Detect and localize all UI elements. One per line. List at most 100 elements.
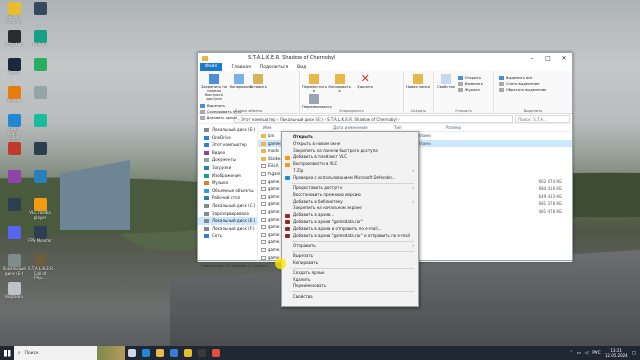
navigation-pane: Локальный диск (E:) OneDrive Этот компьюте… bbox=[198, 124, 258, 261]
start-button[interactable] bbox=[0, 346, 14, 360]
menu-item[interactable]: Удалить bbox=[282, 277, 418, 284]
menu-item[interactable]: Добавить в архив "gamedata.rar" bbox=[282, 219, 418, 226]
desktop-icon[interactable] bbox=[28, 142, 52, 169]
menu-item[interactable]: Добавить в плейлист VLC bbox=[282, 154, 418, 161]
desktop-icon[interactable] bbox=[2, 170, 26, 197]
menu-item[interactable]: Открыть в новом окне bbox=[282, 141, 418, 148]
move-to-button[interactable]: Переместить в bbox=[302, 73, 327, 93]
taskbar-app[interactable] bbox=[139, 346, 153, 360]
menu-item[interactable]: Проверка с использованием Microsoft Defe… bbox=[282, 175, 418, 182]
menu-item[interactable]: Предоставить доступ к › bbox=[282, 185, 418, 192]
desktop-icon[interactable] bbox=[28, 86, 52, 113]
taskbar-app[interactable] bbox=[195, 346, 209, 360]
menu-item[interactable]: Добавить в архив... bbox=[282, 212, 418, 219]
clock[interactable]: 13:21 12.05.2024 bbox=[605, 348, 628, 358]
sidebar-item[interactable]: Музыка bbox=[198, 179, 257, 187]
new-folder-button[interactable]: Новая папка bbox=[406, 73, 430, 89]
desktop-icon[interactable] bbox=[2, 142, 26, 169]
desktop-icon[interactable]: FIFA 14 bbox=[28, 30, 52, 57]
journal-button[interactable]: Журнал bbox=[457, 87, 483, 93]
column-size[interactable]: Размер bbox=[446, 124, 461, 131]
desktop-icon[interactable] bbox=[28, 58, 52, 85]
search-box[interactable]: Поиск: S.T.A... bbox=[515, 114, 570, 123]
sidebar-item[interactable]: Загрузки bbox=[198, 164, 257, 172]
delete-button[interactable]: ✕ Удалить bbox=[353, 73, 377, 89]
paste-button[interactable]: Вставить bbox=[249, 73, 267, 89]
taskbar-app[interactable] bbox=[125, 346, 139, 360]
taskbar-app[interactable] bbox=[209, 346, 223, 360]
minimize-icon[interactable]: – bbox=[524, 55, 540, 62]
desktop-icon[interactable]: Visual Studio Code bbox=[2, 114, 26, 141]
tab-file[interactable]: Файл bbox=[200, 63, 223, 71]
sidebar-item[interactable]: Локальный диск (E:) bbox=[198, 126, 257, 134]
sidebar-item[interactable]: Сеть bbox=[198, 232, 257, 240]
sidebar-item[interactable]: Локальный диск (F:) bbox=[198, 225, 257, 233]
desktop-icon[interactable] bbox=[28, 114, 52, 141]
desktop-icon[interactable]: Google Chrome bbox=[2, 2, 26, 29]
menu-item[interactable]: Отправить › bbox=[282, 243, 418, 250]
tab-home[interactable]: Главная bbox=[231, 65, 250, 70]
desktop-icon[interactable]: Blender bbox=[2, 86, 26, 113]
desktop-icon[interactable]: VLC media player bbox=[28, 198, 52, 225]
taskbar-app[interactable] bbox=[167, 346, 181, 360]
properties-button[interactable]: Свойства bbox=[436, 73, 456, 89]
menu-item[interactable]: Закрепить на панели быстрого доступа bbox=[282, 148, 418, 155]
file-name: EULA bbox=[261, 162, 279, 170]
desktop-icon[interactable]: FPS Monitor bbox=[28, 226, 52, 253]
desktop-icon[interactable]: S.T.A.L.K.E.R. Call of Prip... bbox=[28, 254, 54, 281]
rename-button[interactable]: Переименовать bbox=[302, 93, 332, 109]
column-date[interactable]: Дата изменения bbox=[333, 124, 394, 131]
language-indicator[interactable]: РУС bbox=[592, 351, 601, 356]
notifications-icon[interactable]: ▢ bbox=[632, 351, 636, 356]
copy-button[interactable]: Копировать bbox=[230, 73, 252, 89]
sidebar-item[interactable]: Этот компьютер bbox=[198, 141, 257, 149]
sidebar-item[interactable]: Локальный диск (E:) bbox=[198, 217, 257, 225]
desktop-icon[interactable] bbox=[2, 198, 26, 225]
invert-selection-button[interactable]: Обратить выделение bbox=[499, 87, 570, 93]
desktop-icon[interactable]: Корзина bbox=[2, 282, 26, 309]
address-bar[interactable]: › Этот компьютер › Локальный диск (E:) ›… bbox=[234, 114, 513, 123]
paste-shortcut-button[interactable]: Вставить ярлык bbox=[200, 115, 241, 121]
menu-item[interactable]: Добавить в архив "gamedata.rar" и отправ… bbox=[282, 233, 418, 240]
volume-icon[interactable]: ◁ bbox=[585, 351, 588, 356]
menu-item[interactable]: Воспроизвести в VLC bbox=[282, 161, 418, 168]
tab-view[interactable]: Вид bbox=[297, 65, 306, 70]
column-name[interactable]: Имя bbox=[258, 124, 333, 131]
tray-chevron-icon[interactable]: ˄ bbox=[570, 351, 572, 356]
column-type[interactable]: Тип bbox=[394, 124, 446, 131]
maximize-icon[interactable]: □ bbox=[540, 55, 556, 62]
sidebar-item[interactable]: OneDrive bbox=[198, 134, 257, 142]
desktop-icon[interactable]: Unity Hub bbox=[2, 30, 26, 57]
menu-item[interactable]: Добавить в библиотеку › bbox=[282, 199, 418, 206]
sidebar-item[interactable]: Рабочий стол bbox=[198, 194, 257, 202]
menu-item[interactable]: Свойства bbox=[282, 294, 418, 301]
menu-item[interactable]: Открыть bbox=[282, 134, 418, 141]
network-icon[interactable]: ▭ bbox=[576, 351, 580, 356]
menu-item[interactable]: Переименовать bbox=[282, 283, 418, 290]
taskbar-app[interactable] bbox=[153, 346, 167, 360]
close-icon[interactable]: ✕ bbox=[556, 55, 572, 62]
menu-item[interactable]: Копировать bbox=[282, 260, 418, 267]
sidebar-item[interactable]: Объемные объекты bbox=[198, 187, 257, 195]
menu-item[interactable]: Закрепить на начальном экране bbox=[282, 205, 418, 212]
menu-item[interactable]: Создать ярлык bbox=[282, 270, 418, 277]
sidebar-item[interactable]: Изображения bbox=[198, 172, 257, 180]
desktop-icon[interactable]: Steam bbox=[2, 58, 26, 85]
tab-share[interactable]: Поделиться bbox=[260, 65, 288, 70]
desktop-icon[interactable]: Локальный диск (E:) bbox=[2, 254, 26, 281]
sidebar-item[interactable]: Зарезервировано bbox=[198, 210, 257, 218]
sidebar-item[interactable]: Документы bbox=[198, 156, 257, 164]
sidebar-item[interactable]: Видео bbox=[198, 149, 257, 157]
menu-item[interactable]: Добавить в архив и отправить по e-mail..… bbox=[282, 226, 418, 233]
taskbar-search[interactable]: ⌕ Поиск bbox=[14, 346, 97, 360]
copy-to-button[interactable]: Копировать в bbox=[328, 73, 352, 93]
menu-item[interactable]: Восстановить прежнюю версию bbox=[282, 192, 418, 199]
desktop-icon[interactable] bbox=[2, 226, 26, 253]
pin-button[interactable]: Закрепить на панели быстрого доступа bbox=[200, 73, 228, 101]
menu-item[interactable]: 7-Zip › bbox=[282, 168, 418, 175]
taskbar-app[interactable] bbox=[181, 346, 195, 360]
desktop-icon[interactable] bbox=[28, 2, 52, 29]
menu-item[interactable]: Вырезать bbox=[282, 253, 418, 260]
sidebar-item[interactable]: Локальный диск (C:) bbox=[198, 202, 257, 210]
desktop-icon[interactable] bbox=[28, 170, 52, 197]
